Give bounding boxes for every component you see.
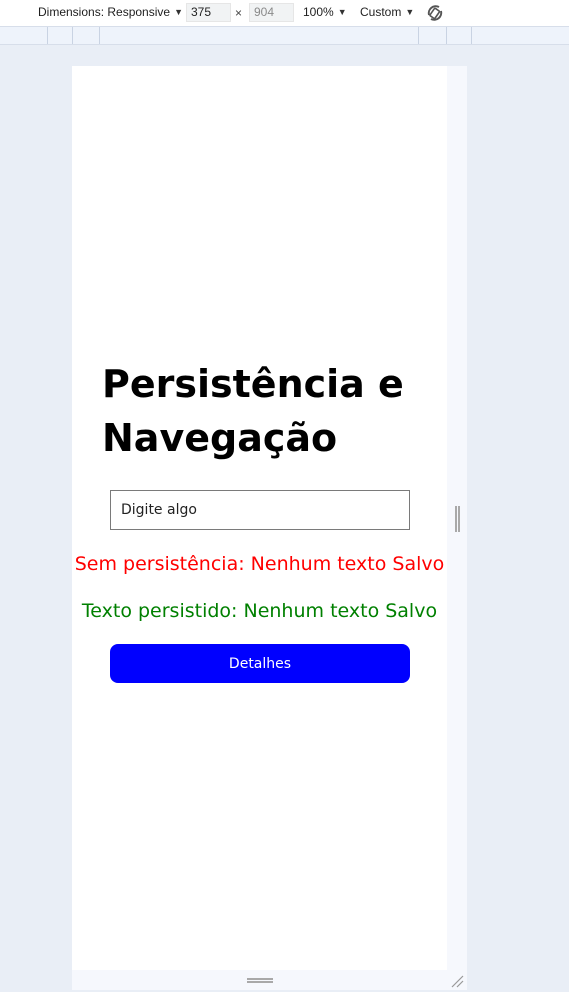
caret-down-icon: ▼ (174, 7, 183, 17)
width-input[interactable]: 375 (186, 3, 231, 22)
horizontal-grip-icon[interactable] (247, 978, 273, 983)
page-title: Persistência e Navegação (102, 362, 404, 460)
vertical-grip-icon[interactable] (455, 506, 460, 532)
device-toolbar: Dimensions: Responsive ▼ 375 × 904 100% … (0, 0, 569, 26)
corner-resize-icon[interactable] (450, 974, 464, 988)
persisted-text: Texto persistido: Nenhum texto Salvo (81, 600, 438, 622)
media-query-ruler (0, 26, 569, 45)
ruler-tick (72, 27, 73, 44)
caret-down-icon: ▼ (405, 7, 415, 17)
ruler-tick (99, 27, 100, 44)
throttle-label: Custom (360, 5, 402, 19)
ruler-tick (47, 27, 48, 44)
ruler-tick (471, 27, 472, 44)
height-input[interactable]: 904 (249, 3, 294, 22)
ruler-tick (446, 27, 447, 44)
zoom-dropdown[interactable]: 100% ▼ (303, 5, 347, 19)
details-button[interactable]: Detalhes (110, 644, 410, 683)
rotate-icon[interactable] (425, 3, 445, 23)
zoom-label: 100% (303, 5, 334, 19)
dimensions-label: Dimensions: Responsive (38, 5, 171, 19)
caret-down-icon: ▼ (337, 7, 347, 17)
ruler-tick (418, 27, 419, 44)
no-persistence-text: Sem persistência: Nenhum texto Salvo (74, 553, 445, 575)
text-input[interactable] (110, 490, 410, 530)
dimensions-dropdown[interactable]: Dimensions: Responsive ▼ (38, 5, 183, 19)
throttle-dropdown[interactable]: Custom ▼ (360, 5, 414, 19)
times-separator: × (235, 6, 243, 20)
